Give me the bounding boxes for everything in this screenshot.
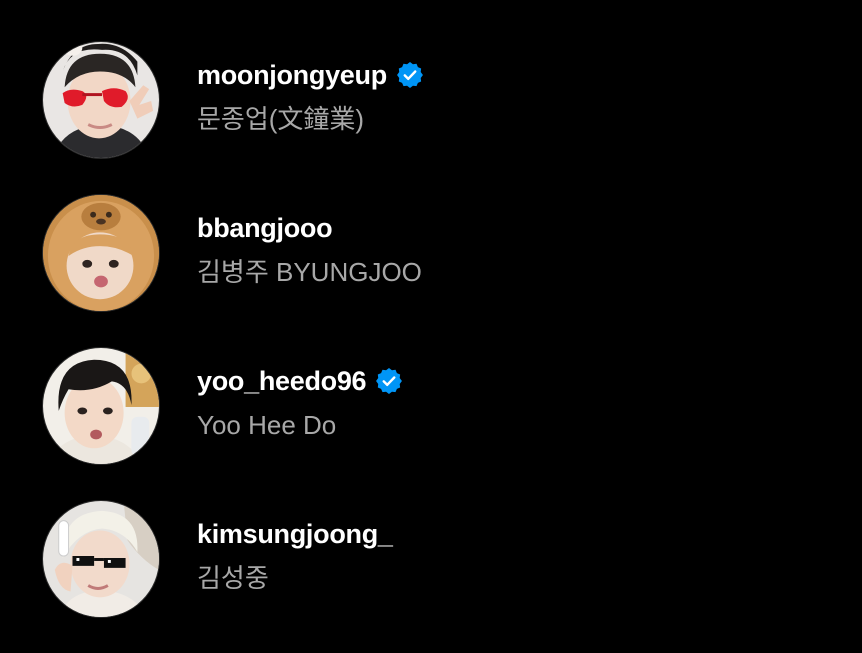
- account-row-yoo-heedo96[interactable]: yoo_heedo96 Yoo Hee Do: [0, 347, 862, 497]
- account-list: moonjongyeup 문종업(文鐘業) bbangjooo 김병주 BYUN…: [0, 0, 862, 653]
- username[interactable]: moonjongyeup: [197, 57, 387, 93]
- verified-badge-icon: [375, 367, 403, 395]
- username[interactable]: yoo_heedo96: [197, 363, 367, 399]
- account-row-moonjongyeup[interactable]: moonjongyeup 문종업(文鐘業): [0, 41, 862, 191]
- username[interactable]: kimsungjoong_: [197, 516, 393, 552]
- avatar[interactable]: [42, 500, 160, 618]
- full-name: 문종업(文鐘業): [197, 104, 365, 134]
- avatar[interactable]: [42, 347, 160, 465]
- avatar[interactable]: [42, 41, 160, 159]
- verified-badge-icon: [396, 61, 424, 89]
- avatar[interactable]: [42, 194, 160, 312]
- avatar-photo-dark-hair: [43, 348, 159, 464]
- full-name: Yoo Hee Do: [197, 410, 337, 440]
- avatar-photo-bear-hat: [43, 195, 159, 311]
- full-name: 김병주 BYUNGJOO: [197, 257, 422, 287]
- avatar-photo-pixel-sunglasses: [43, 501, 159, 617]
- account-row-kimsungjoong[interactable]: kimsungjoong_ 김성중: [0, 500, 862, 650]
- full-name: 김성중: [197, 563, 269, 593]
- username[interactable]: bbangjooo: [197, 210, 333, 246]
- account-row-bbangjooo[interactable]: bbangjooo 김병주 BYUNGJOO: [0, 194, 862, 344]
- avatar-photo-red-sunglasses: [43, 42, 159, 158]
